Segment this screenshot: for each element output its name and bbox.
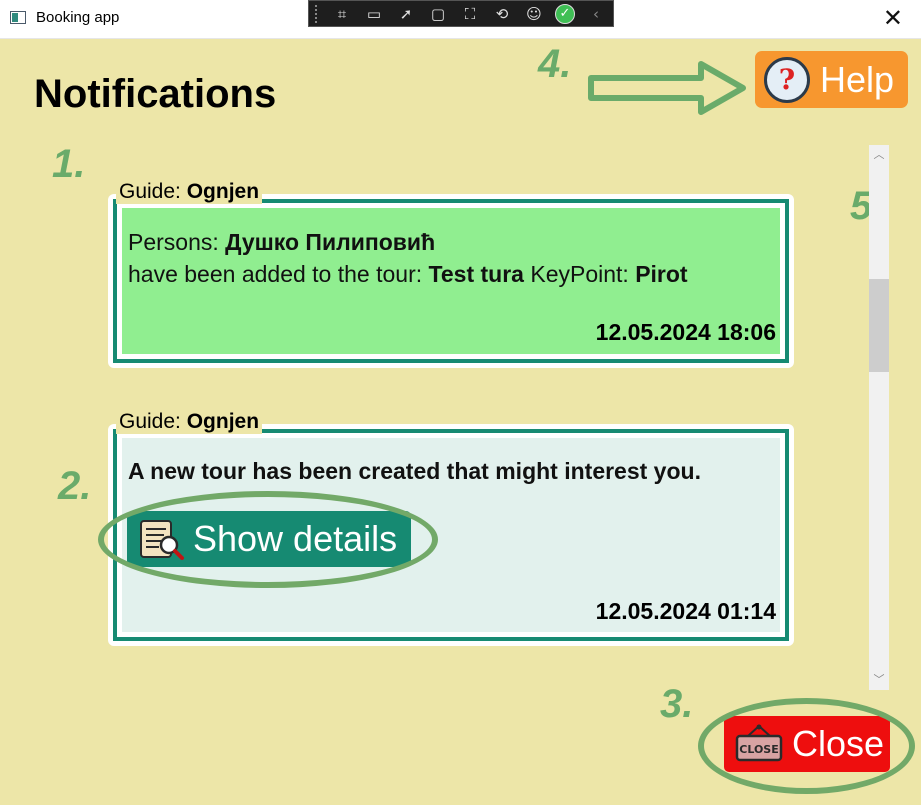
tour-line: have been added to the tour: Test tura K… [128, 261, 688, 288]
binding-icon[interactable]: ⟲ [491, 5, 513, 23]
help-button-label: Help [820, 58, 895, 100]
debug-toolbar: ⌗ ▭ ➚ ▢ ⛶ ⟲ ☺ ✓ ‹ [308, 0, 614, 27]
annotation-ellipse-details [98, 491, 438, 588]
help-button[interactable]: ? Help [755, 51, 908, 108]
notification-date: 12.05.2024 18:06 [595, 319, 776, 345]
guide-name: Ognjen [186, 410, 260, 433]
keypoint-label: KeyPoint: [523, 261, 636, 287]
tour-name: Test tura [428, 261, 524, 287]
notification-message: A new tour has been created that might i… [128, 458, 701, 484]
notification-guide: Guide: Ognjen [116, 180, 263, 204]
persons-label: Persons: [128, 229, 226, 255]
select-element-icon[interactable]: ⌗ [331, 5, 353, 23]
annotation-marker-1: 1. [52, 142, 86, 186]
annotation-marker-4: 4. [538, 42, 572, 86]
app-window-icon [10, 11, 26, 24]
scroll-down-icon[interactable]: ﹀ [869, 670, 889, 690]
window-close-button[interactable]: ✕ [883, 4, 903, 32]
added-text: have been added to the tour: [128, 261, 429, 287]
record-icon[interactable]: ▭ [363, 5, 385, 23]
scroll-thumb[interactable] [869, 279, 889, 372]
toolbar-grip-icon[interactable] [315, 4, 321, 23]
track-focus-icon[interactable]: ⛶ [459, 5, 481, 23]
chevron-left-icon[interactable]: ‹ [585, 5, 607, 23]
pointer-icon[interactable]: ➚ [395, 5, 417, 23]
guide-label: Guide: [119, 180, 187, 203]
notifications-scrollbar[interactable]: ︿ ﹀ [869, 145, 889, 690]
page-title: Notifications [34, 72, 277, 116]
guide-label: Guide: [119, 410, 187, 433]
persons-name: Душко Пилиповић [225, 229, 436, 255]
check-ok-icon[interactable]: ✓ [555, 3, 575, 24]
accessibility-icon[interactable]: ☺ [523, 5, 545, 23]
keypoint-name: Pirot [635, 261, 688, 287]
annotation-ellipse-close [698, 698, 915, 794]
frame-icon[interactable]: ▢ [427, 5, 449, 23]
notification-card: Guide: Ognjen Persons: Душко Пилиповић h… [108, 180, 794, 368]
scroll-up-icon[interactable]: ︿ [869, 145, 889, 165]
guide-name: Ognjen [186, 180, 260, 203]
annotation-marker-3: 3. [660, 682, 694, 726]
help-question-icon: ? [764, 56, 810, 103]
persons-line: Persons: Душко Пилиповић [128, 229, 435, 256]
window-title: Booking app [36, 9, 120, 26]
annotation-marker-2: 2. [58, 464, 92, 508]
annotation-arrow [588, 61, 746, 115]
notification-guide: Guide: Ognjen [116, 410, 263, 434]
notification-date: 12.05.2024 01:14 [595, 598, 776, 624]
